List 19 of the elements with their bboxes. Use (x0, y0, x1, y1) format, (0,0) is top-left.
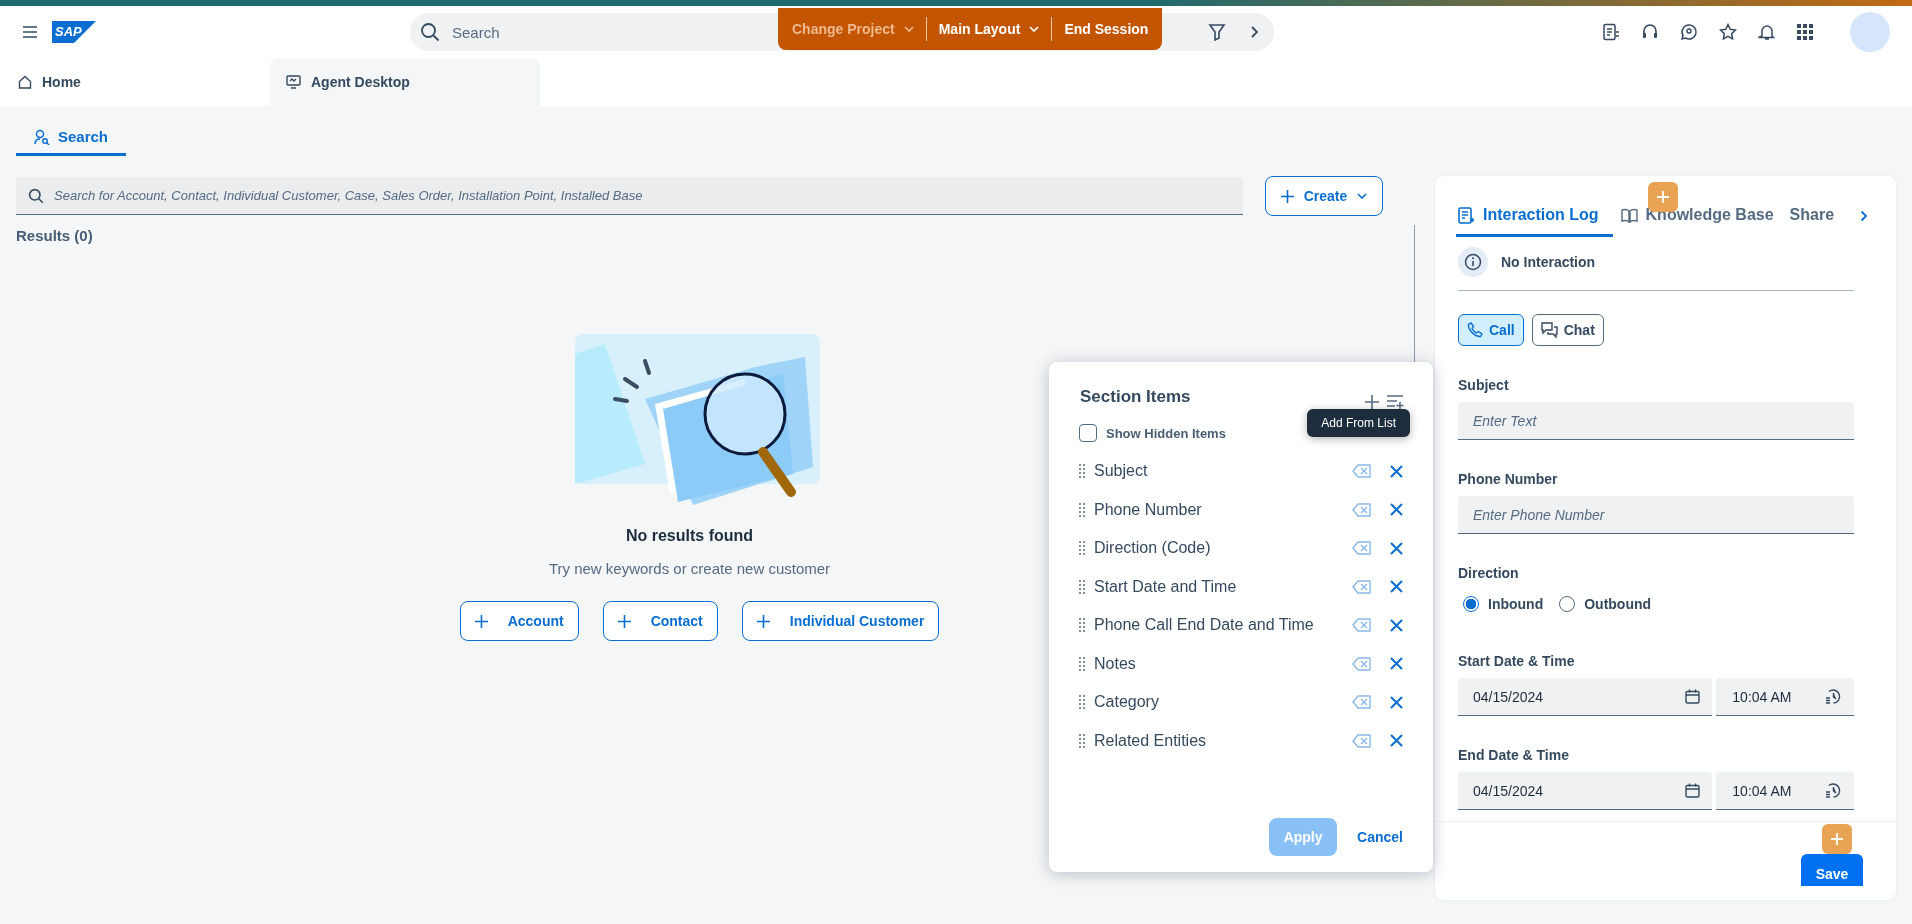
section-item-label: Phone Number (1094, 500, 1203, 519)
field-label: Phone Number (1458, 471, 1559, 487)
field-label: End Date & Time (1458, 747, 1570, 763)
section-item-label: Subject (1094, 462, 1149, 481)
status-text: No Interaction (1501, 254, 1596, 270)
field-label: Direction (1458, 565, 1520, 581)
empty-state-title: No results found (625, 527, 754, 545)
section-item-label: Phone Call End Date and Time (1094, 616, 1315, 635)
section-item-label: Direction (Code) (1094, 539, 1212, 558)
section-item-label: Related Entities (1094, 731, 1208, 750)
tooltip: Add From List (1307, 409, 1410, 437)
empty-state-message: Try new keywords or create new customer (548, 560, 831, 577)
field-label: Subject (1458, 377, 1510, 393)
dialog-title: Section Items (1080, 387, 1191, 407)
section-item-label: Category (1094, 693, 1160, 712)
results-count: Results (0) (16, 227, 94, 244)
section-item-label: Notes (1094, 654, 1137, 673)
section-item-label: Start Date and Time (1094, 577, 1238, 596)
field-label: Start Date & Time (1458, 653, 1576, 669)
